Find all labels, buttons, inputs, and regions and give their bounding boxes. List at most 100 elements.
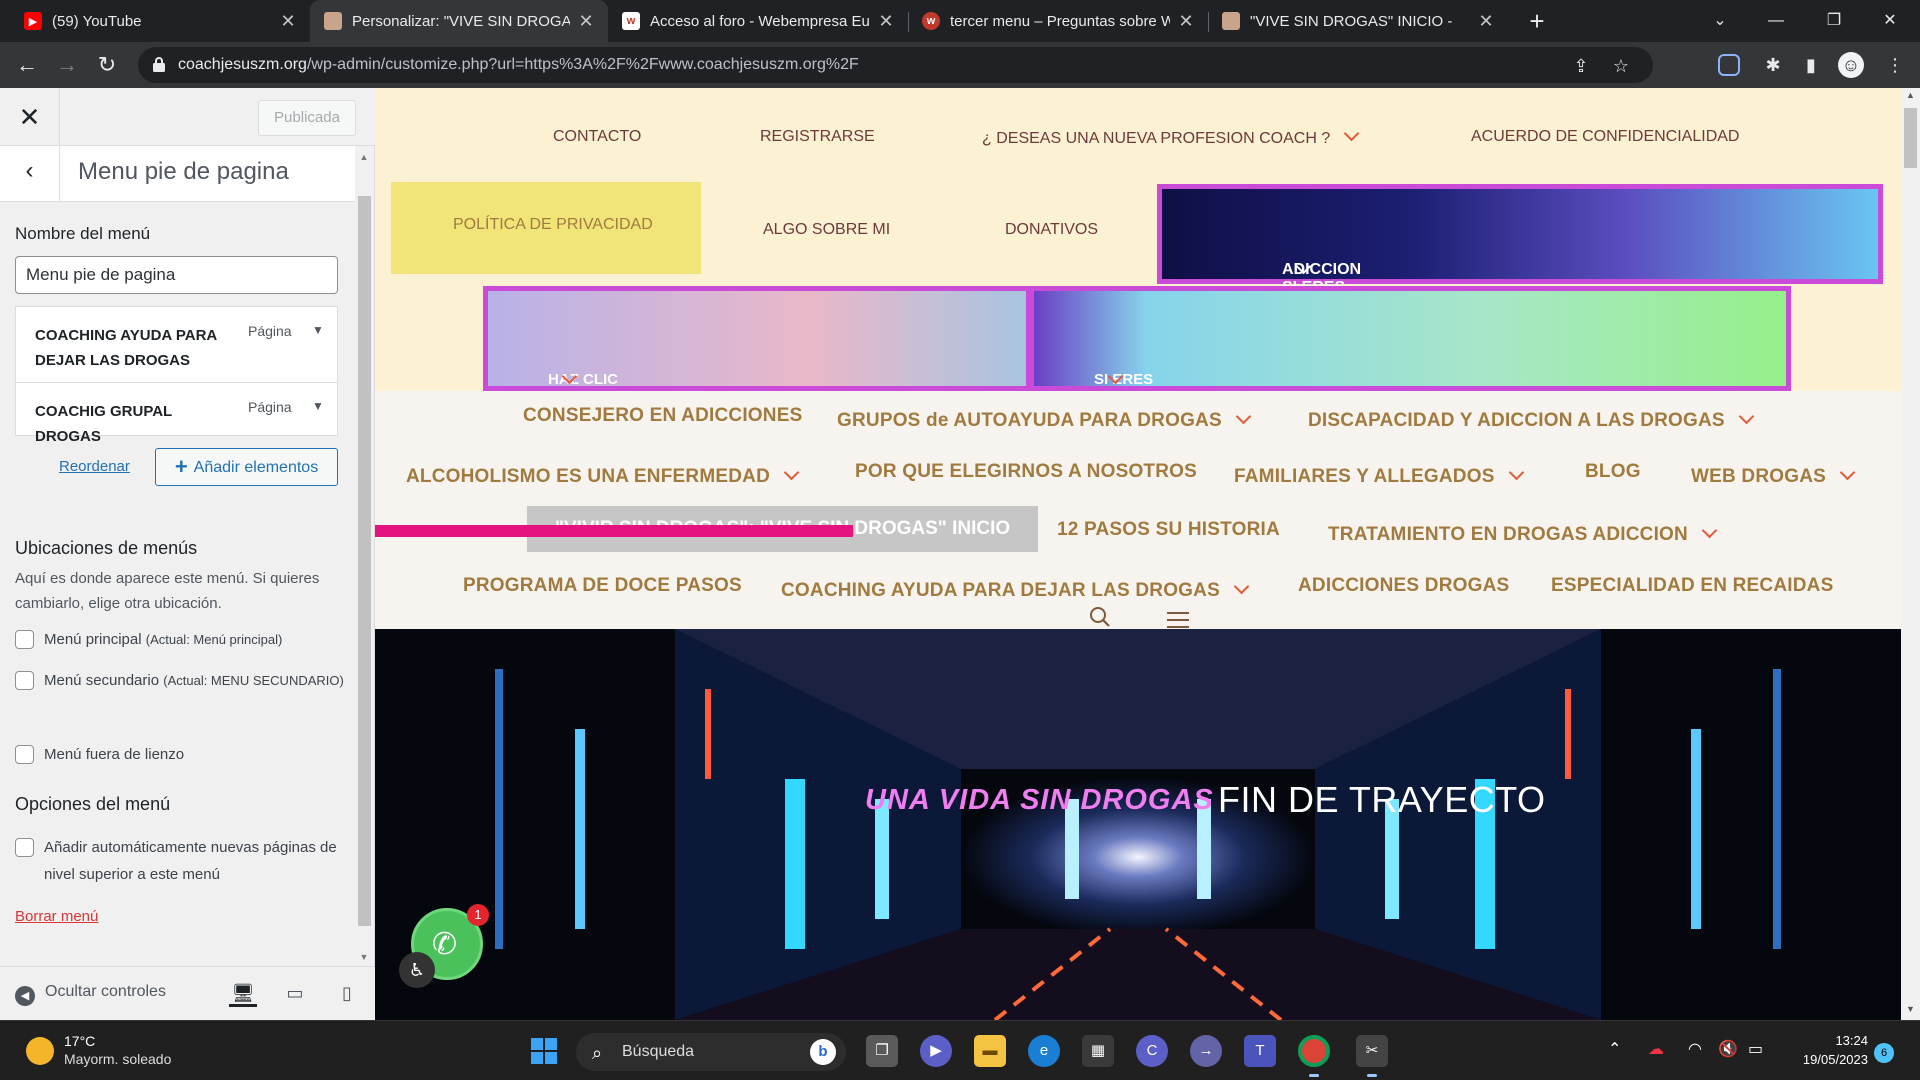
nav-link-donativos[interactable]: DONATIVOS xyxy=(1005,221,1098,239)
sidebar-scrollbar[interactable]: ▲ ▼ xyxy=(355,146,373,966)
avatar[interactable]: ☺ xyxy=(1838,52,1864,78)
search-icon[interactable] xyxy=(1089,606,1111,628)
windows-start-icon[interactable] xyxy=(528,1035,560,1067)
new-tab-button[interactable]: + xyxy=(1520,4,1554,38)
nav-link-12-pasos[interactable]: 12 PASOS SU HISTORIA xyxy=(1057,519,1280,541)
store-icon[interactable]: ▦ xyxy=(1082,1035,1114,1067)
caret-down-icon[interactable]: ▼ xyxy=(312,399,324,413)
address-bar[interactable]: coachjesuszm.org/wp-admin/customize.php?… xyxy=(138,47,1653,83)
nav-link-blog[interactable]: BLOG xyxy=(1585,461,1641,483)
video-chat-icon[interactable]: ▶ xyxy=(920,1035,952,1067)
menu-dots-icon[interactable]: ⋮ xyxy=(1882,52,1908,78)
taskbar-search[interactable]: ⌕ Búsqueda b xyxy=(576,1033,846,1071)
notification-count[interactable]: 6 xyxy=(1874,1043,1894,1063)
close-icon[interactable]: ✕ xyxy=(1178,11,1194,32)
puzzle-icon[interactable]: ✱ xyxy=(1760,52,1786,78)
nav-link-por-que-elegirnos[interactable]: POR QUE ELEGIRNOS A NOSOTROS xyxy=(855,461,1197,483)
forward-icon[interactable]: → xyxy=(50,48,84,82)
nav-link-privacidad[interactable]: POLÍTICA DE PRIVACIDAD xyxy=(391,182,701,274)
scroll-up-icon[interactable]: ▲ xyxy=(355,152,373,162)
close-icon[interactable]: ✕ xyxy=(0,88,60,146)
clock[interactable]: 13:24 19/05/2023 xyxy=(1780,1031,1868,1069)
cta-addict-appointment[interactable]: SI ERES ADICTO ADICTA ALCOHOLICO PIDE AQ… xyxy=(1034,291,1786,490)
nav-link-registrarse[interactable]: REGISTRARSE xyxy=(760,128,875,146)
nav-link-consejero[interactable]: CONSEJERO EN ADICCIONES xyxy=(523,405,802,427)
accessibility-icon[interactable]: ♿ xyxy=(399,952,435,988)
scroll-thumb[interactable] xyxy=(358,196,371,926)
snipping-tool-icon[interactable]: ✂ xyxy=(1356,1035,1388,1067)
nav-link-coaching-ayuda[interactable]: COACHING AYUDA PARA DEJAR LAS DROGAS xyxy=(781,578,1250,602)
nav-link-discapacidad[interactable]: DISCAPACIDAD Y ADICCION A LAS DROGAS xyxy=(1308,408,1755,432)
desktop-preview-icon[interactable]: 🖥 xyxy=(229,979,257,1007)
checkbox[interactable] xyxy=(15,630,34,649)
preview-scrollbar[interactable]: ▲ ▼ xyxy=(1901,88,1920,1020)
task-view-icon[interactable]: ❐ xyxy=(866,1035,898,1067)
nav-link-web-drogas[interactable]: WEB DROGAS xyxy=(1691,464,1856,488)
scroll-down-icon[interactable]: ▼ xyxy=(355,952,373,962)
extension-icon[interactable] xyxy=(1718,54,1740,76)
tablet-preview-icon[interactable]: ▭ xyxy=(281,979,309,1007)
close-icon[interactable]: ✕ xyxy=(1478,11,1494,32)
back-chevron-icon[interactable]: ‹ xyxy=(0,146,60,202)
file-explorer-icon[interactable]: ▬ xyxy=(974,1035,1006,1067)
tab-youtube[interactable]: ▶ (59) YouTube ✕ xyxy=(10,0,310,42)
bookmark-star-icon[interactable]: ☆ xyxy=(1610,55,1632,77)
delete-menu-link[interactable]: Borrar menú xyxy=(15,908,98,925)
cta-family-appointment[interactable]: ADICCION SI ERES FAMILIAR O ALLEGADO PED… xyxy=(1157,184,1883,404)
checkbox[interactable] xyxy=(15,745,34,764)
app-icon[interactable]: C xyxy=(1136,1035,1168,1067)
nav-link-alcoholismo[interactable]: ALCOHOLISMO ES UNA ENFERMEDAD xyxy=(406,464,800,488)
chrome-icon[interactable] xyxy=(1298,1035,1330,1067)
caret-down-icon[interactable]: ▼ xyxy=(312,323,324,337)
hide-controls-button[interactable]: ◀ Ocultar controles xyxy=(15,983,166,1006)
chevron-down-icon xyxy=(1343,125,1360,142)
volume-muted-icon[interactable]: 🔇 xyxy=(1718,1039,1738,1059)
app-icon[interactable]: → xyxy=(1190,1035,1222,1067)
onedrive-icon[interactable]: ☁ xyxy=(1648,1039,1664,1059)
cta-meetings[interactable]: HAZ CLIC DEBAJO PARA ENTRAR A REUNIONES xyxy=(488,291,1026,456)
menu-name-input[interactable] xyxy=(15,256,338,294)
nav-link-recaidas[interactable]: ESPECIALIDAD EN RECAIDAS xyxy=(1551,575,1833,597)
close-window-button[interactable]: ✕ xyxy=(1862,0,1918,42)
nav-link-grupos-autoayuda[interactable]: GRUPOS de AUTOAYUDA PARA DROGAS xyxy=(837,408,1252,432)
tab-webempresa-questions[interactable]: w tercer menu – Preguntas sobre W ✕ xyxy=(908,0,1208,42)
scroll-up-icon[interactable]: ▲ xyxy=(1901,90,1920,100)
checkbox[interactable] xyxy=(15,671,34,690)
publish-button[interactable]: Publicada xyxy=(258,100,356,136)
nav-link-programa-doce-pasos[interactable]: PROGRAMA DE DOCE PASOS xyxy=(463,575,742,597)
tab-customizer[interactable]: Personalizar: "VIVE SIN DROGAS" ✕ xyxy=(310,0,608,42)
scroll-thumb[interactable] xyxy=(1904,108,1917,168)
scroll-down-icon[interactable]: ▼ xyxy=(1901,1004,1920,1014)
nav-link-confidencialidad[interactable]: ACUERDO DE CONFIDENCIALIDAD xyxy=(1471,128,1739,146)
hamburger-menu-icon[interactable] xyxy=(1167,612,1189,628)
nav-link-adicciones-drogas[interactable]: ADICCIONES DROGAS xyxy=(1298,575,1509,597)
restore-button[interactable]: ❐ xyxy=(1806,0,1862,42)
side-panel-icon[interactable]: ▮ xyxy=(1798,52,1824,78)
nav-link-familiares[interactable]: FAMILIARES Y ALLEGADOS xyxy=(1234,464,1524,488)
nav-link-profesion-coach[interactable]: ¿ DESEAS UNA NUEVA PROFESION COACH ? xyxy=(982,125,1360,148)
wifi-icon[interactable]: ◠ xyxy=(1688,1039,1702,1059)
minimize-button[interactable]: — xyxy=(1748,0,1804,42)
checkbox[interactable] xyxy=(15,838,34,857)
close-icon[interactable]: ✕ xyxy=(578,11,594,32)
battery-icon[interactable]: ▭ xyxy=(1748,1039,1763,1059)
edge-icon[interactable]: e xyxy=(1028,1035,1060,1067)
nav-link-contacto[interactable]: CONTACTO xyxy=(553,128,641,146)
teams-icon[interactable]: T xyxy=(1244,1035,1276,1067)
nav-link-algo-sobre-mi[interactable]: ALGO SOBRE MI xyxy=(763,221,890,239)
reorder-link[interactable]: Reordenar xyxy=(59,458,130,475)
chevron-up-icon[interactable]: ⌃ xyxy=(1608,1039,1621,1059)
tab-webempresa-forum[interactable]: w Acceso al foro - Webempresa Eu ✕ xyxy=(608,0,908,42)
nav-link-tratamiento[interactable]: TRATAMIENTO EN DROGAS ADICCION xyxy=(1328,522,1718,546)
back-icon[interactable]: ← xyxy=(10,48,44,82)
tab-site-home[interactable]: "VIVE SIN DROGAS" INICIO - ✕ xyxy=(1208,0,1508,42)
tab-search-icon[interactable]: ⌄ xyxy=(1692,0,1748,42)
menu-item[interactable]: COACHING AYUDA PARA DEJAR LAS DROGAS Pág… xyxy=(16,307,337,383)
share-icon[interactable]: ⇪ xyxy=(1570,55,1592,77)
add-items-button[interactable]: + Añadir elementos xyxy=(155,448,338,486)
close-icon[interactable]: ✕ xyxy=(878,11,894,32)
close-icon[interactable]: ✕ xyxy=(280,11,296,32)
mobile-preview-icon[interactable]: ▯ xyxy=(333,979,361,1007)
menu-item[interactable]: COACHIG GRUPAL DROGAS Página ▼ xyxy=(16,383,337,445)
reload-icon[interactable]: ↻ xyxy=(90,48,124,82)
